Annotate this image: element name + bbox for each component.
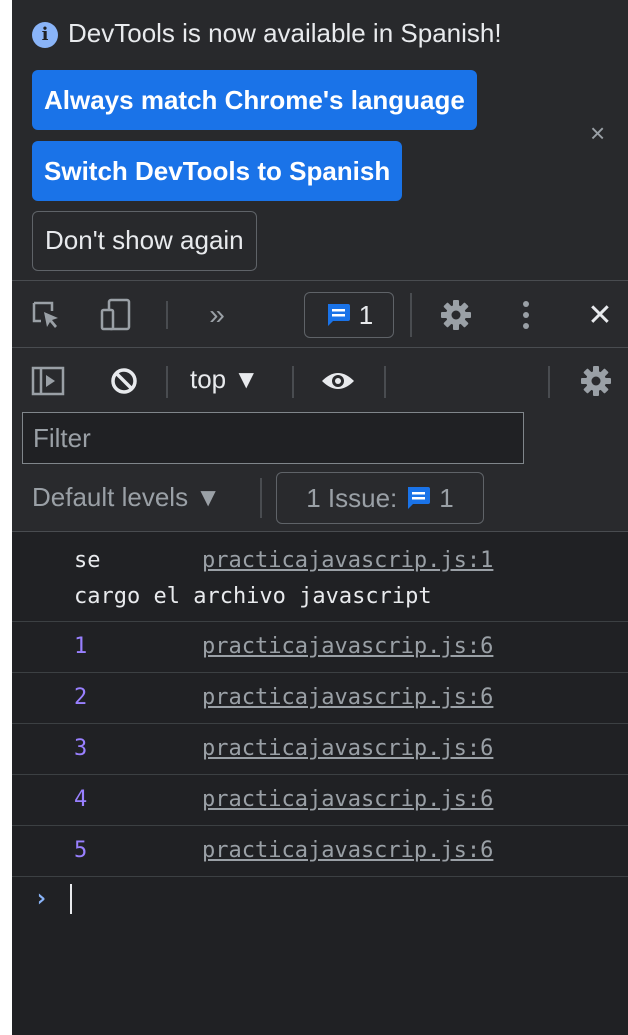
settings-gear-icon[interactable] bbox=[438, 281, 474, 349]
devtools-panel: i DevTools is now available in Spanish! … bbox=[12, 0, 628, 1035]
console-message-row: 2 practicajavascrip.js:6 bbox=[12, 673, 628, 724]
toolbar-separator bbox=[548, 366, 550, 398]
text-cursor bbox=[70, 884, 72, 914]
show-sidebar-icon[interactable] bbox=[28, 348, 68, 414]
info-icon: i bbox=[32, 22, 58, 48]
inspect-element-icon[interactable] bbox=[28, 281, 64, 349]
toolbar-separator bbox=[384, 366, 386, 398]
console-toolbar: top ▼ Default lev bbox=[12, 348, 628, 532]
toolbar-separator bbox=[292, 366, 294, 398]
log-levels-dropdown[interactable]: Default levels ▼ bbox=[32, 482, 221, 513]
switch-to-spanish-button[interactable]: Switch DevTools to Spanish bbox=[32, 141, 403, 201]
logged-number: 2 bbox=[74, 685, 88, 710]
logged-number: 5 bbox=[74, 838, 88, 863]
issue-message-icon bbox=[327, 304, 350, 326]
left-edge-strip bbox=[0, 0, 12, 1035]
issues-pill-button[interactable]: 1 Issue: 1 bbox=[276, 472, 484, 524]
main-toolbar: » 1 ✕ bbox=[12, 280, 628, 348]
console-message-row: 1 practicajavascrip.js:6 bbox=[12, 622, 628, 673]
logged-number: 3 bbox=[74, 736, 88, 761]
more-options-icon[interactable] bbox=[516, 281, 536, 349]
issues-pill-count: 1 bbox=[439, 482, 454, 513]
context-selector[interactable]: top ▼ bbox=[190, 364, 259, 395]
console-message-row: 3 practicajavascrip.js:6 bbox=[12, 724, 628, 775]
live-expression-eye-icon[interactable] bbox=[318, 348, 358, 414]
prompt-chevron-icon: › bbox=[34, 884, 49, 912]
clear-console-icon[interactable] bbox=[106, 348, 142, 414]
message-text: cargo el archivo javascript bbox=[74, 584, 432, 609]
message-text: se bbox=[74, 548, 101, 573]
more-tabs-icon[interactable]: » bbox=[202, 281, 232, 349]
issues-count: 1 bbox=[358, 299, 374, 330]
issues-pill-label: 1 Issue: bbox=[306, 482, 398, 513]
console-settings-gear-icon[interactable] bbox=[578, 348, 614, 414]
always-match-language-button[interactable]: Always match Chrome's language bbox=[32, 70, 477, 130]
language-infobar: i DevTools is now available in Spanish! … bbox=[12, 0, 628, 280]
issues-counter-button[interactable]: 1 bbox=[304, 292, 394, 338]
console-message-row: 4 practicajavascrip.js:6 bbox=[12, 775, 628, 826]
logged-number: 4 bbox=[74, 787, 88, 812]
toolbar-separator bbox=[410, 293, 412, 337]
console-messages: se practicajavascrip.js:1 cargo el archi… bbox=[12, 532, 628, 877]
source-link[interactable]: practicajavascrip.js:6 bbox=[202, 787, 493, 812]
infobar-message: DevTools is now available in Spanish! bbox=[68, 18, 502, 48]
toolbar-separator bbox=[260, 478, 262, 518]
toolbar-separator bbox=[166, 301, 168, 329]
filter-input[interactable] bbox=[22, 412, 524, 464]
console-prompt[interactable]: › bbox=[12, 876, 628, 926]
toolbar-separator bbox=[166, 366, 168, 398]
source-link[interactable]: practicajavascrip.js:6 bbox=[202, 634, 493, 659]
close-devtools-icon[interactable]: ✕ bbox=[582, 281, 618, 349]
source-link[interactable]: practicajavascrip.js:6 bbox=[202, 685, 493, 710]
source-link[interactable]: practicajavascrip.js:6 bbox=[202, 736, 493, 761]
dont-show-again-button[interactable]: Don't show again bbox=[32, 211, 257, 271]
console-message-row: 5 practicajavascrip.js:6 bbox=[12, 826, 628, 877]
issue-message-icon bbox=[408, 487, 431, 509]
console-message-row: se practicajavascrip.js:1 cargo el archi… bbox=[12, 532, 628, 622]
logged-number: 1 bbox=[74, 634, 88, 659]
source-link[interactable]: practicajavascrip.js:6 bbox=[202, 838, 493, 863]
infobar-close-icon[interactable]: × bbox=[590, 120, 605, 146]
device-toggle-icon[interactable] bbox=[98, 281, 134, 349]
source-link[interactable]: practicajavascrip.js:1 bbox=[202, 548, 493, 573]
